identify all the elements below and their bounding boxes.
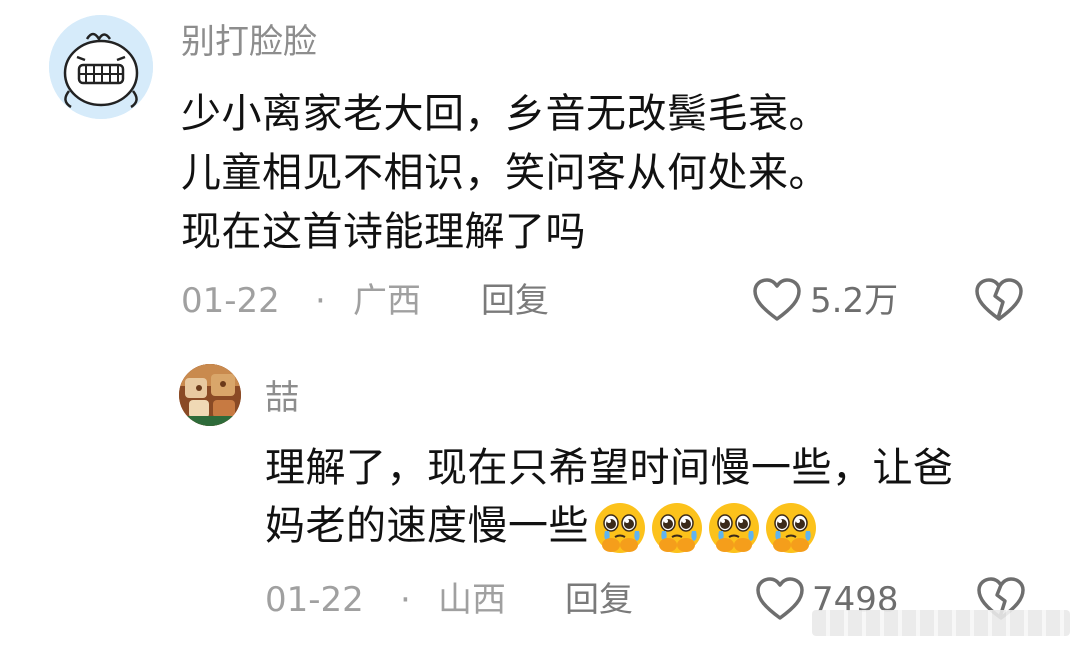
pleading-face-emoji-icon <box>595 503 645 553</box>
comment-text-line: 理解了，现在只希望时间慢一些，让爸 <box>265 445 954 491</box>
comment-text: 妈老的速度慢一些 <box>265 503 589 549</box>
username[interactable]: 别打脸脸 <box>181 22 317 62</box>
pleading-face-emoji-icon <box>766 503 816 553</box>
username[interactable]: 喆 <box>265 378 299 418</box>
avatar-photo-icon <box>179 364 241 426</box>
pleading-face-emoji-icon <box>652 503 702 553</box>
comment-text-line: 儿童相见不相识，笑问客从何处来。 <box>181 150 829 196</box>
comment-location: 广西 <box>353 281 421 321</box>
like-count: 5.2万 <box>810 281 899 321</box>
like-button[interactable] <box>755 576 805 626</box>
like-button[interactable] <box>752 277 802 327</box>
meta-separator: · <box>400 580 411 620</box>
dislike-button[interactable] <box>974 277 1024 327</box>
reply-button[interactable]: 回复 <box>565 580 633 620</box>
comment-text-line-with-emoji: 妈老的速度慢一些 <box>265 500 818 555</box>
avatar-cartoon-icon <box>49 15 153 119</box>
watermark <box>812 610 1070 636</box>
meta-separator: · <box>315 281 326 321</box>
avatar[interactable] <box>179 364 241 426</box>
comment-date: 01-22 <box>181 281 280 321</box>
pleading-face-emoji-icon <box>709 503 759 553</box>
comment-text-line: 少小离家老大回，乡音无改鬓毛衰。 <box>181 91 829 137</box>
avatar[interactable] <box>49 15 153 119</box>
emoji-group <box>593 501 818 555</box>
reply-button[interactable]: 回复 <box>481 281 549 321</box>
heart-outline-icon <box>753 278 801 321</box>
heart-outline-icon <box>756 577 804 620</box>
broken-heart-icon <box>975 278 1023 321</box>
comment-location: 山西 <box>438 580 506 620</box>
comment-date: 01-22 <box>265 580 364 620</box>
comment-text-line: 现在这首诗能理解了吗 <box>181 209 586 255</box>
